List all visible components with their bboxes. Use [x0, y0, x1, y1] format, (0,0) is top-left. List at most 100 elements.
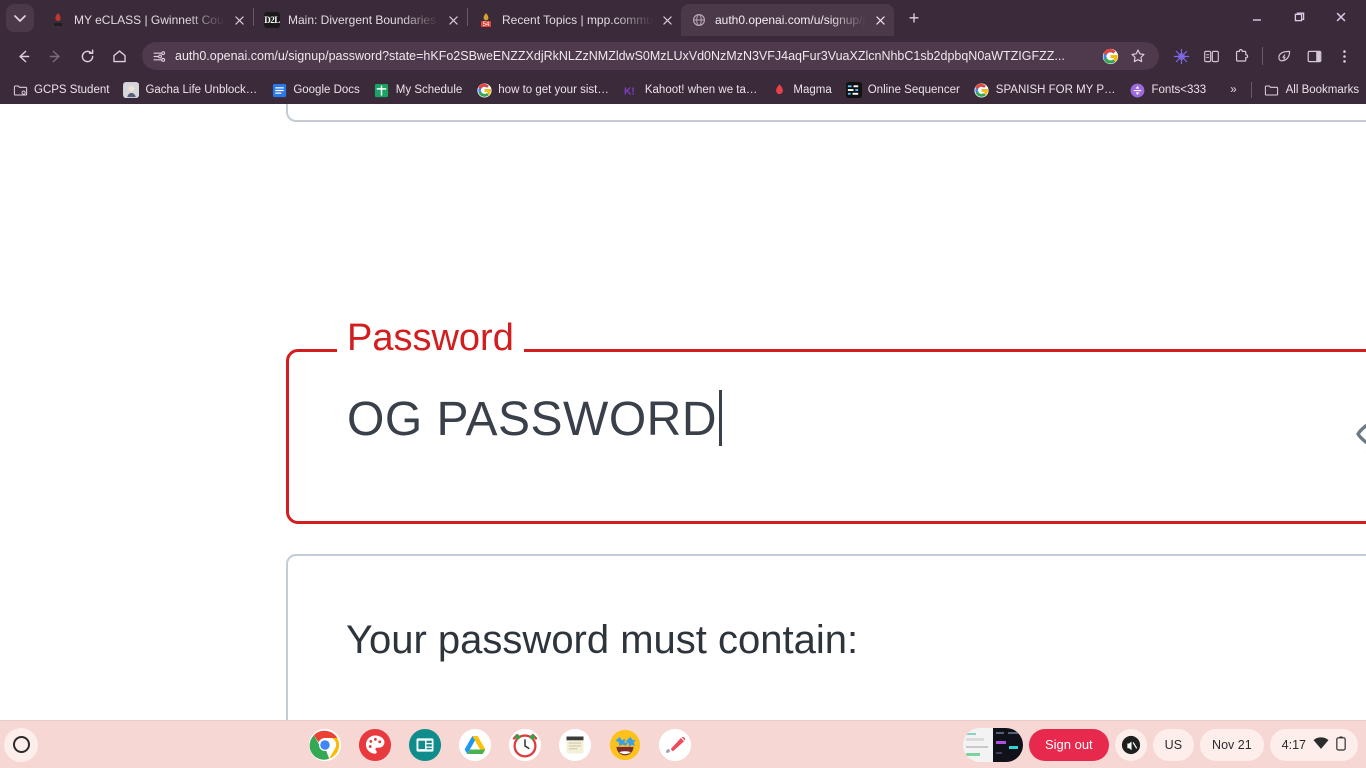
password-field[interactable]: Password OG PASSWORD [286, 319, 1366, 524]
forward-button[interactable] [40, 41, 70, 71]
reload-button[interactable] [72, 41, 102, 71]
google-icon [476, 82, 492, 98]
new-tab-button[interactable]: + [900, 4, 928, 32]
tab-recent-topics[interactable]: 54 Recent Topics | mpp.community [468, 4, 681, 36]
chrome-app-icon[interactable] [307, 727, 343, 763]
bookmark-my-schedule[interactable]: My Schedule [368, 79, 468, 101]
extensions-puzzle-icon[interactable] [1227, 42, 1255, 70]
wifi-icon [1313, 736, 1329, 753]
split-view-icon[interactable] [1197, 42, 1225, 70]
window-controls [1236, 2, 1362, 36]
text-caret [718, 390, 722, 446]
bookmark-label: GCPS Student [34, 84, 110, 96]
volume-muted-icon[interactable] [1114, 728, 1147, 761]
toolbar-divider [1262, 47, 1263, 65]
browser-toolbar: auth0.openai.com/u/signup/password?state… [0, 36, 1366, 76]
time-label: 4:17 [1281, 737, 1306, 752]
bookmark-gcps-student[interactable]: GCPS Student [6, 79, 115, 101]
back-arrow-icon [18, 50, 29, 62]
back-button[interactable] [8, 41, 38, 71]
bookmark-star-icon[interactable] [1127, 45, 1149, 67]
tab-title: MY eCLASS | Gwinnett County P [74, 13, 225, 27]
email-field[interactable]: t.ally@gcpsk12.org [286, 104, 1366, 122]
address-bar[interactable]: auth0.openai.com/u/signup/password?state… [142, 42, 1159, 70]
fonts-icon [1130, 82, 1146, 98]
gacha-icon [123, 82, 140, 98]
side-panel-icon[interactable] [1300, 42, 1328, 70]
folder-settings-icon [12, 82, 28, 98]
classroom-app-icon[interactable] [407, 727, 443, 763]
tab-strip: MY eCLASS | Gwinnett County P D2L Main: … [0, 0, 1366, 36]
minimize-button[interactable] [1236, 2, 1278, 32]
chevron-down-icon [14, 15, 26, 22]
bookmark-magma[interactable]: Magma [765, 79, 837, 101]
window-preview-thumbnail[interactable] [962, 727, 1023, 762]
svg-text:54: 54 [483, 22, 490, 28]
status-area[interactable]: 4:17 [1269, 728, 1358, 761]
close-button[interactable] [1320, 2, 1362, 32]
tab-title: auth0.openai.com/u/signup/pa [715, 13, 866, 27]
paint-app-icon[interactable] [357, 727, 393, 763]
online-sequencer-icon [845, 82, 862, 98]
bookmark-label: Gacha Life Unblock… [145, 84, 258, 96]
google-lens-icon[interactable] [1099, 45, 1121, 67]
bookmarks-overflow-button[interactable]: » [1222, 82, 1244, 98]
google-docs-icon [271, 82, 287, 98]
svg-text:K!: K! [624, 86, 635, 97]
bookmark-label: SPANISH FOR MY P… [995, 84, 1116, 96]
eclass-icon [50, 12, 66, 28]
bookmark-kahoot[interactable]: K! Kahoot! when we ta… [617, 79, 764, 101]
date-label: Nov 21 [1212, 737, 1252, 752]
url-text: auth0.openai.com/u/signup/password?state… [175, 49, 1065, 63]
gemini-sparkle-icon[interactable] [1167, 42, 1195, 70]
keyboard-layout-label: US [1164, 737, 1183, 752]
tab-divergent-boundaries[interactable]: D2L Main: Divergent Boundaries [254, 4, 467, 36]
bookmark-gacha-life[interactable]: Gacha Life Unblock… [117, 79, 263, 101]
energy-saver-leaf-icon[interactable] [1270, 42, 1298, 70]
paint-brush-app-icon[interactable] [657, 727, 693, 763]
bookmark-label: Magma [793, 84, 832, 96]
tab-close-icon[interactable] [231, 12, 247, 28]
keyboard-layout-indicator[interactable]: US [1152, 728, 1195, 761]
bookmark-how-to-get-your-sister[interactable]: how to get your sist… [470, 79, 615, 101]
battery-icon [1336, 736, 1346, 754]
password-requirements-title: Your password must contain: [346, 618, 859, 662]
clock-app-icon[interactable] [507, 727, 543, 763]
keep-notes-app-icon[interactable] [557, 727, 593, 763]
tab-my-eclass[interactable]: MY eCLASS | Gwinnett County P [40, 4, 253, 36]
eye-slash-icon[interactable] [1351, 404, 1366, 464]
bookmarks-divider [1250, 82, 1252, 98]
globe-icon [691, 12, 707, 28]
forward-arrow-icon [49, 50, 60, 62]
bookmark-spanish-for-my-project[interactable]: SPANISH FOR MY P… [968, 79, 1122, 101]
chromeos-shelf: Sign out US Nov 21 4:17 [0, 720, 1366, 768]
bookmark-label: Online Sequencer [867, 84, 960, 96]
emoji-app-icon[interactable] [607, 727, 643, 763]
google-icon [974, 82, 990, 98]
bookmark-label: how to get your sist… [498, 84, 609, 96]
bookmark-fonts[interactable]: Fonts<333 [1124, 79, 1213, 101]
magma-icon [771, 82, 787, 98]
google-drive-app-icon[interactable] [457, 727, 493, 763]
bookmark-label: My Schedule [395, 84, 463, 96]
tab-close-icon[interactable] [445, 12, 461, 28]
bookmark-google-docs[interactable]: Google Docs [265, 79, 365, 101]
tab-close-icon[interactable] [872, 12, 888, 28]
launcher-button[interactable] [4, 727, 38, 762]
tab-close-icon[interactable] [659, 12, 675, 28]
home-icon [112, 49, 126, 62]
tab-search-button[interactable] [6, 4, 34, 32]
home-button[interactable] [104, 41, 134, 71]
three-dot-menu-icon[interactable] [1330, 42, 1358, 70]
d2l-icon: D2L [264, 12, 280, 28]
maximize-button[interactable] [1278, 2, 1320, 32]
date-indicator[interactable]: Nov 21 [1200, 728, 1264, 761]
all-bookmarks-button[interactable]: All Bookmarks [1258, 79, 1366, 101]
bookmark-online-sequencer[interactable]: Online Sequencer [840, 79, 966, 101]
site-settings-icon[interactable] [150, 47, 168, 65]
bookmark-label: Google Docs [293, 84, 360, 96]
schedule-icon [374, 82, 390, 98]
tab-auth0-openai[interactable]: auth0.openai.com/u/signup/pa [681, 4, 894, 36]
tab-title: Main: Divergent Boundaries [288, 13, 437, 27]
sign-out-button[interactable]: Sign out [1028, 728, 1109, 761]
